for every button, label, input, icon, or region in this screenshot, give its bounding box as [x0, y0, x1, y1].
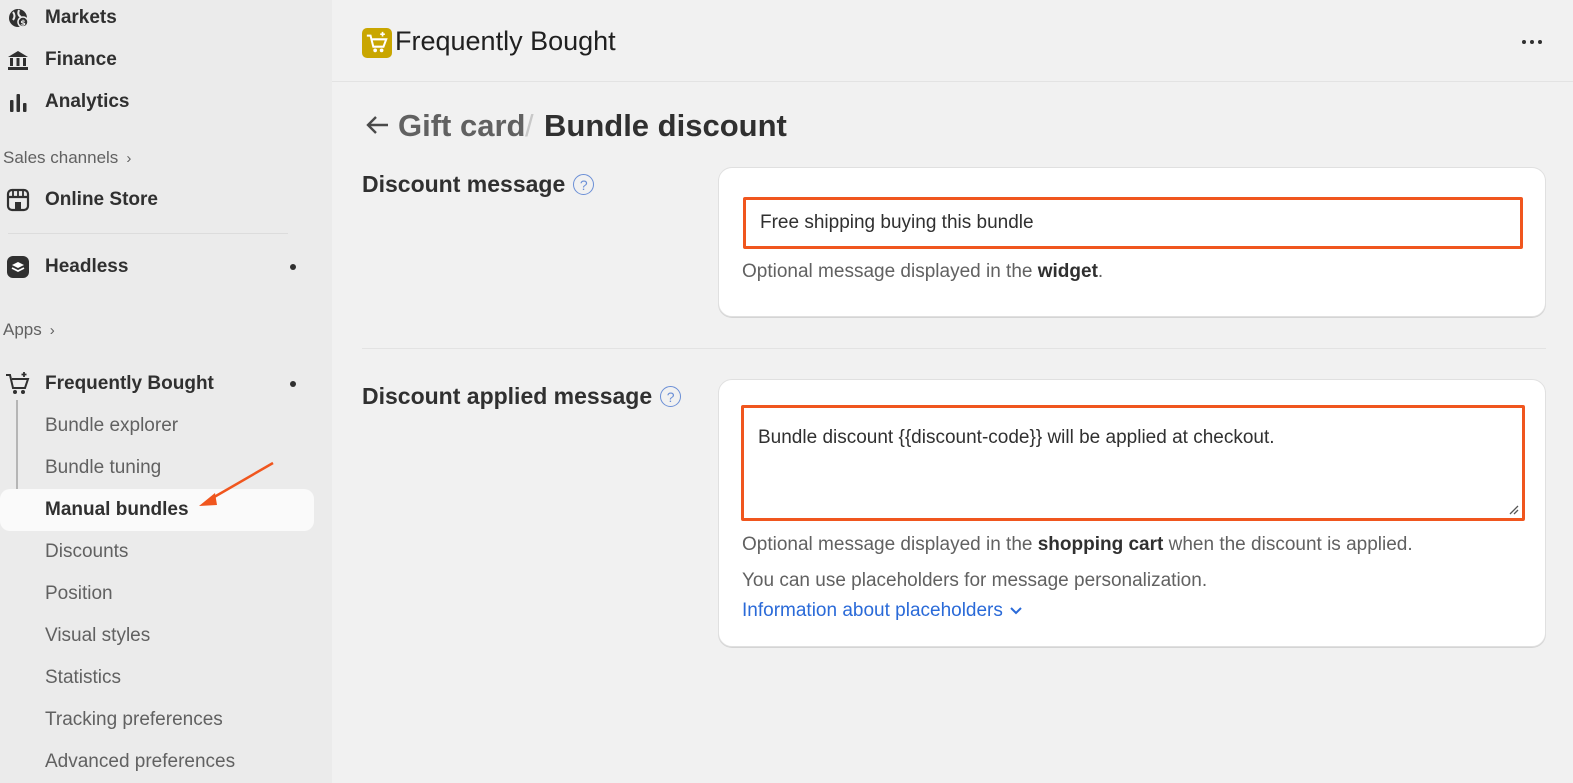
- helper-bold-text: widget: [1037, 261, 1098, 282]
- chevron-right-icon: ›: [49, 321, 55, 339]
- layers-icon: [5, 254, 31, 280]
- dot-icon: [1530, 40, 1534, 44]
- textarea-value: Bundle discount {{discount-code}} will b…: [758, 427, 1275, 448]
- discount-applied-message-helper: Optional message displayed in the shoppi…: [742, 534, 1413, 556]
- sidebar-item-advanced-preferences[interactable]: Advanced preferences: [0, 741, 314, 783]
- sidebar-item-statistics[interactable]: Statistics: [0, 657, 314, 699]
- sidebar-item-bundle-explorer[interactable]: Bundle explorer: [0, 405, 314, 447]
- sidebar-item-label: Visual styles: [45, 625, 151, 646]
- status-dot: [290, 381, 296, 387]
- sidebar-item-discounts[interactable]: Discounts: [0, 531, 314, 573]
- sidebar-item-label: Discounts: [45, 541, 129, 562]
- discount-applied-message-card: Bundle discount {{discount-code}} will b…: [718, 379, 1546, 647]
- sidebar-item-label: Bundle explorer: [45, 415, 179, 436]
- help-icon[interactable]: ?: [573, 174, 595, 195]
- sidebar-item-label: Statistics: [45, 667, 122, 688]
- back-button[interactable]: [364, 110, 392, 140]
- sidebar-item-online-store[interactable]: Online Store: [0, 180, 314, 220]
- sidebar-item-analytics[interactable]: Analytics: [0, 82, 314, 122]
- sidebar-item-label: Tracking preferences: [45, 709, 223, 730]
- helper-bold-text: shopping cart: [1037, 534, 1164, 555]
- sidebar-item-label: Position: [45, 583, 113, 604]
- more-actions-button[interactable]: [1518, 30, 1546, 54]
- sidebar-item-markets[interactable]: $ Markets: [0, 0, 314, 38]
- cart-sparkle-icon: [5, 371, 31, 397]
- apps-heading[interactable]: Apps ›: [3, 320, 55, 340]
- placeholder-note: You can use placeholders for message per…: [742, 570, 1208, 591]
- app-header: Frequently Bought: [332, 0, 1573, 82]
- section-divider: [362, 348, 1546, 349]
- sales-channels-heading[interactable]: Sales channels ›: [3, 148, 131, 168]
- sidebar-divider: [8, 233, 288, 234]
- sidebar-item-frequently-bought[interactable]: Frequently Bought: [0, 364, 314, 404]
- dot-icon: [1538, 40, 1542, 44]
- breadcrumb-separator: /: [525, 108, 534, 143]
- link-text: Information about placeholders: [742, 600, 1003, 621]
- app-title: Frequently Bought: [395, 26, 616, 56]
- sidebar-item-position[interactable]: Position: [0, 573, 314, 615]
- field-label-text: Discount applied message: [362, 383, 653, 409]
- section-label: Sales channels: [3, 148, 119, 167]
- section-label: Apps: [3, 320, 42, 339]
- sidebar-item-label: Analytics: [45, 91, 130, 112]
- sidebar-item-label: Headless: [45, 256, 129, 277]
- helper-text: Optional message displayed in the: [742, 534, 1038, 555]
- annotation-arrow-icon: [199, 461, 274, 506]
- helper-text: .: [1097, 261, 1104, 282]
- help-icon[interactable]: ?: [660, 386, 682, 407]
- bar-chart-icon: [5, 89, 31, 115]
- sidebar-item-label: Bundle tuning: [45, 457, 162, 478]
- discount-message-label: Discount message ?: [362, 171, 595, 198]
- sidebar-item-visual-styles[interactable]: Visual styles: [0, 615, 314, 657]
- status-dot: [290, 264, 296, 270]
- store-icon: [5, 187, 31, 213]
- bank-icon: [5, 47, 31, 73]
- field-label-text: Discount message: [362, 171, 566, 197]
- sidebar: $ Markets Finance Analytics Sales channe…: [0, 0, 332, 783]
- main-content: Frequently Bought Gift card / Bundle dis…: [332, 0, 1573, 783]
- globe-dollar-icon: $: [5, 5, 31, 31]
- app-logo-icon: [362, 28, 392, 58]
- sidebar-item-label: Frequently Bought: [45, 373, 214, 394]
- sidebar-item-label: Manual bundles: [45, 499, 189, 520]
- sidebar-item-label: Online Store: [45, 189, 158, 210]
- page-title: Bundle discount: [544, 108, 787, 143]
- arrow-left-icon: [366, 116, 388, 134]
- discount-applied-message-label: Discount applied message ?: [362, 383, 682, 410]
- discount-applied-message-textarea[interactable]: Bundle discount {{discount-code}} will b…: [741, 405, 1525, 521]
- helper-text: Optional message displayed in the: [742, 261, 1038, 282]
- sidebar-item-headless[interactable]: Headless: [0, 247, 314, 287]
- resize-handle-icon[interactable]: [1507, 503, 1519, 515]
- svg-text:$: $: [20, 19, 26, 28]
- placeholders-info-link[interactable]: Information about placeholders: [742, 600, 1023, 622]
- sidebar-item-label: Advanced preferences: [45, 751, 236, 772]
- helper-text: when the discount is applied.: [1163, 534, 1413, 555]
- chevron-right-icon: ›: [126, 149, 132, 167]
- sidebar-item-finance[interactable]: Finance: [0, 40, 314, 80]
- discount-message-helper: Optional message displayed in the widget…: [742, 261, 1103, 283]
- breadcrumb-parent[interactable]: Gift card: [398, 108, 525, 144]
- sidebar-item-label: Markets: [45, 7, 117, 28]
- dot-icon: [1522, 40, 1526, 44]
- discount-message-card: Optional message displayed in the widget…: [718, 167, 1546, 317]
- sidebar-item-tracking-preferences[interactable]: Tracking preferences: [0, 699, 314, 741]
- sidebar-item-label: Finance: [45, 49, 117, 70]
- discount-message-input[interactable]: [743, 197, 1523, 249]
- chevron-down-icon: [1010, 607, 1022, 615]
